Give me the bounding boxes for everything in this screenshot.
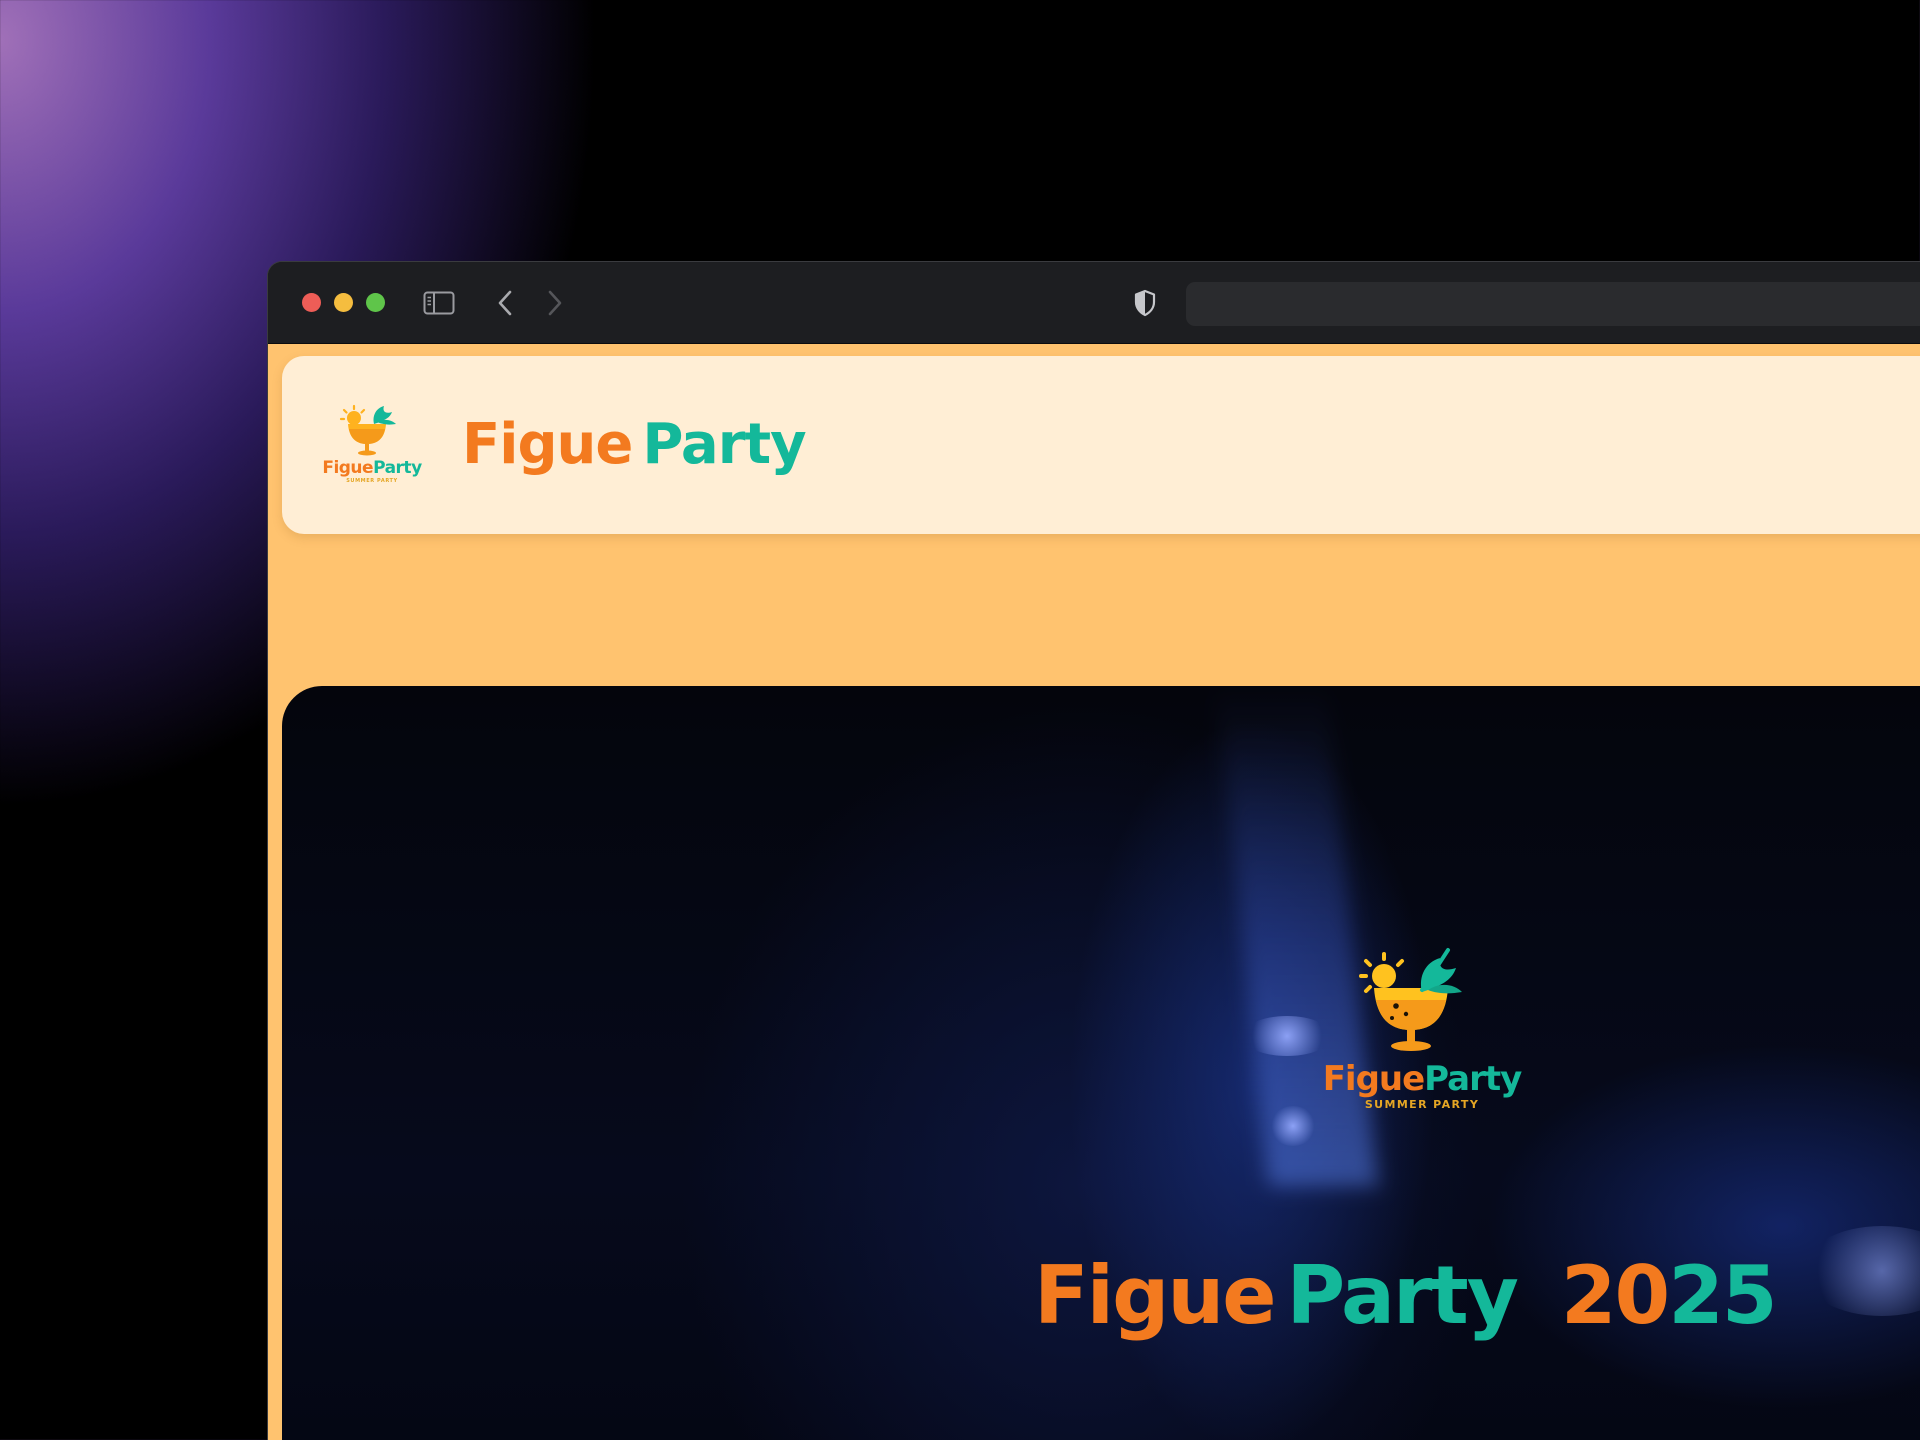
site-logo[interactable]: FigueParty SUMMER PARTY: [322, 394, 423, 494]
palm-leaf-icon: [373, 406, 396, 425]
shield-icon[interactable]: [1130, 286, 1160, 320]
svg-text:FigueParty: FigueParty: [322, 458, 422, 478]
hero-logo-word2: Party: [1424, 1059, 1522, 1099]
sun-icon: [1359, 952, 1404, 993]
hero-logo-word1: Figue: [1323, 1059, 1424, 1099]
hero-title-word1: Figue: [1034, 1249, 1277, 1342]
site-brand-name[interactable]: Figue Party: [462, 410, 807, 480]
sidebar-icon[interactable]: [422, 286, 456, 320]
browser-toolbar: [268, 262, 1920, 344]
stage-light: [1270, 1106, 1316, 1146]
small-logo-tagline: SUMMER PARTY: [346, 478, 398, 484]
stage-light: [1242, 1016, 1332, 1056]
stage-light: [1802, 1226, 1920, 1316]
forward-icon[interactable]: [540, 286, 570, 320]
svg-text:FigueParty: FigueParty: [1323, 1059, 1522, 1099]
small-logo-word1: Figue: [322, 458, 373, 478]
hero-banner: FigueParty SUMMER PARTY Figue Party 2025: [282, 686, 1920, 1440]
address-bar[interactable]: [1186, 282, 1920, 326]
brand-word-2: Party: [642, 412, 806, 477]
hero-logo: FigueParty SUMMER PARTY: [1322, 936, 1523, 1136]
web-page: FigueParty SUMMER PARTY Figue Party Figu…: [268, 344, 1920, 1440]
small-logo-word2: Party: [373, 458, 422, 478]
hero-title: Figue Party 2025: [1034, 1246, 1778, 1346]
close-window-button[interactable]: [302, 293, 321, 312]
sun-icon: [339, 404, 366, 425]
back-icon[interactable]: [490, 286, 520, 320]
brand-word-1: Figue: [462, 412, 633, 477]
zoom-window-button[interactable]: [366, 293, 385, 312]
browser-window: FigueParty SUMMER PARTY Figue Party Figu…: [268, 262, 1920, 1440]
hero-logo-tagline: SUMMER PARTY: [1365, 1098, 1479, 1111]
hero-year-part1: 20: [1560, 1249, 1670, 1342]
hero-title-word2: Party: [1286, 1249, 1519, 1342]
minimize-window-button[interactable]: [334, 293, 353, 312]
hero-year-part2: 25: [1668, 1249, 1777, 1342]
site-header: FigueParty SUMMER PARTY Figue Party: [282, 356, 1920, 534]
